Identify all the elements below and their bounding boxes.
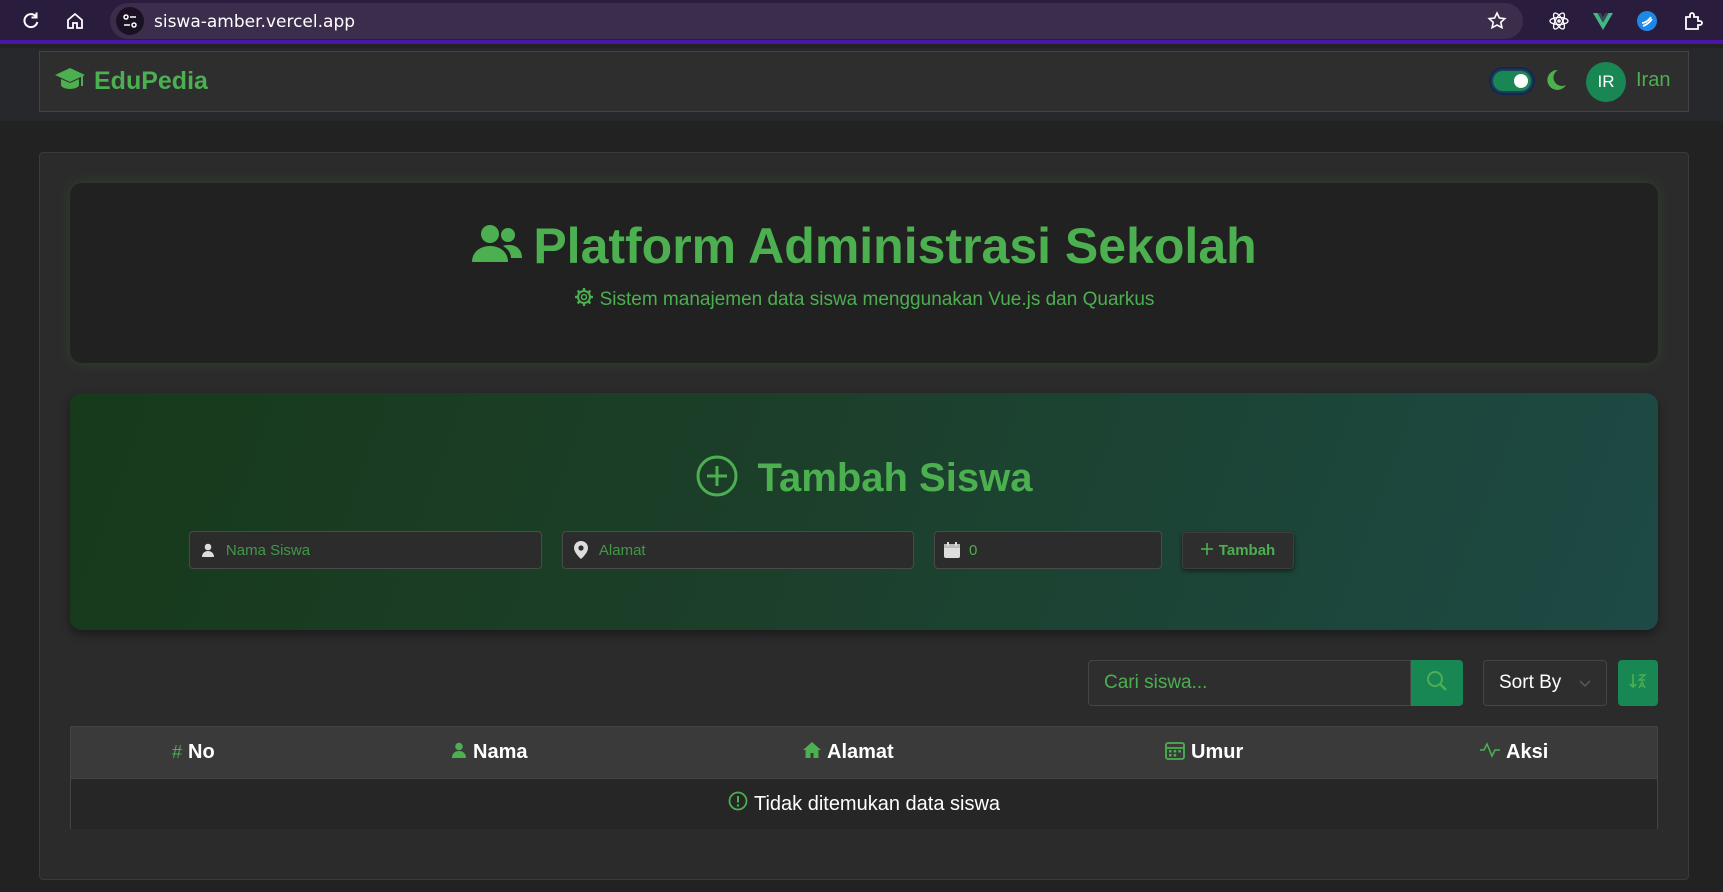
sort-by-label: Sort By [1499,672,1562,693]
chevron-down-icon [1578,674,1592,696]
activity-icon [1480,741,1500,764]
dark-mode-toggle[interactable] [1491,69,1533,93]
react-devtools-icon[interactable] [1546,8,1572,34]
column-header-aksi: Aksi [1480,727,1548,778]
calendar-icon [1165,740,1185,766]
toggle-knob [1514,74,1528,88]
students-table: # No Nama Alamat Umur Aksi Tidak ditemuk… [70,726,1658,829]
plus-circle-icon [696,455,738,502]
add-button-label: Tambah [1218,542,1276,559]
address-bar[interactable]: siswa-amber.vercel.app [110,3,1523,39]
sort-descending-icon [1629,672,1647,695]
address-field[interactable] [562,531,914,569]
search-field[interactable] [1088,660,1411,706]
bookmark-star-icon[interactable] [1487,11,1507,36]
table-header: # No Nama Alamat Umur Aksi [71,727,1657,778]
empty-state-message: Tidak ditemukan data siswa [753,792,1001,815]
extension-circle-icon[interactable] [1634,8,1660,34]
moon-icon [1544,67,1568,98]
users-icon [471,224,523,269]
reload-icon[interactable] [18,8,44,34]
hero-title-text: Platform Administrasi Sekolah [533,218,1257,274]
column-header-umur: Umur [1165,727,1243,778]
age-field[interactable] [934,531,1162,569]
sort-by-select[interactable]: Sort By [1483,660,1607,706]
house-icon [803,741,821,765]
map-pin-icon [563,541,599,559]
username[interactable]: Iran [1636,69,1670,92]
add-student-button[interactable]: Tambah [1182,532,1294,569]
brand-name: EduPedia [94,67,208,95]
sort-direction-button[interactable] [1618,660,1658,706]
home-icon[interactable] [62,8,88,34]
hash-icon: # [172,742,183,762]
user-icon [451,741,467,764]
column-header-alamat: Alamat [803,727,894,778]
alert-circle-icon [728,791,748,817]
hero-subtitle-text: Sistem manajemen data siswa menggunakan … [599,289,1155,310]
page-title: Platform Administrasi Sekolah [70,217,1658,275]
age-input[interactable] [968,541,1161,559]
brand-link[interactable]: EduPedia [54,65,208,98]
site-info-icon[interactable] [116,7,144,35]
name-input[interactable] [225,541,541,559]
column-header-nama: Nama [451,727,527,778]
extensions-puzzle-icon[interactable] [1680,8,1706,34]
browser-toolbar: siswa-amber.vercel.app [0,0,1723,44]
vue-devtools-icon[interactable] [1590,8,1616,34]
search-button[interactable] [1411,660,1463,706]
graduation-cap-icon [54,65,86,98]
plus-icon [1200,542,1213,559]
gear-icon [574,287,594,313]
page-subtitle: Sistem manajemen data siswa menggunakan … [70,287,1658,313]
search-icon [1426,670,1448,697]
column-header-no: # No [172,741,215,763]
add-student-title: Tambah Siswa [70,455,1658,502]
calendar-icon [935,541,969,559]
address-input[interactable] [598,541,913,559]
add-student-panel: Tambah Siswa Tambah [70,393,1658,630]
empty-state-row: Tidak ditemukan data siswa [71,778,1657,829]
navbar: EduPedia IR Iran [39,51,1689,112]
name-field[interactable] [189,531,542,569]
avatar[interactable]: IR [1586,62,1626,102]
url-text: siswa-amber.vercel.app [154,12,356,32]
hero-banner: Platform Administrasi Sekolah Sistem man… [70,183,1658,363]
add-student-title-text: Tambah Siswa [757,456,1033,500]
user-icon [190,543,226,557]
search-input[interactable] [1104,672,1410,694]
